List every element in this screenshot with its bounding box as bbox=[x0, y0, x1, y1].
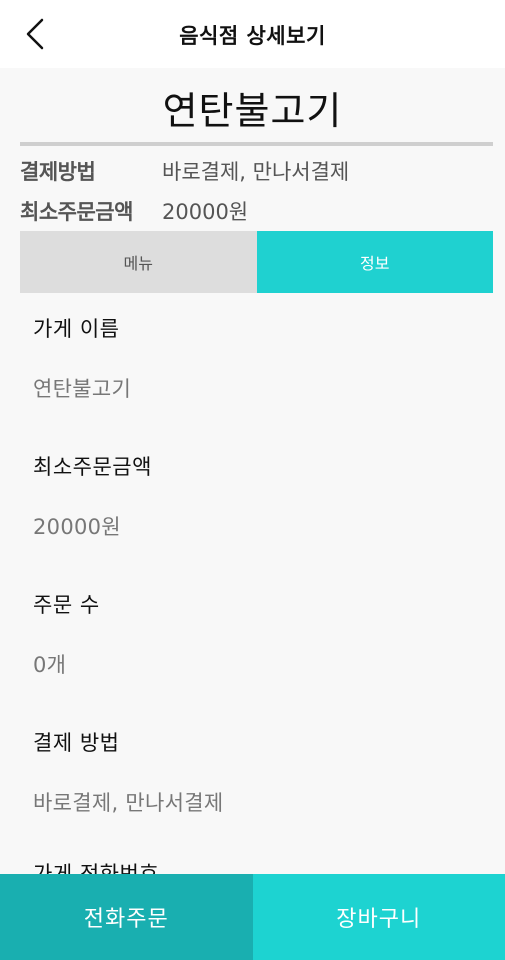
info-label: 최소주문금액 bbox=[33, 455, 152, 479]
summary-payment-value: 바로결제, 만나서결제 bbox=[162, 160, 350, 184]
info-label: 가게 이름 bbox=[33, 317, 120, 341]
info-value: 20000원 bbox=[33, 515, 121, 539]
store-name: 연탄불고기 bbox=[162, 89, 343, 133]
tab-menu[interactable]: 메뉴 bbox=[20, 231, 257, 293]
info-value: 0개 bbox=[33, 653, 67, 677]
tab-bar: 메뉴 정보 bbox=[20, 231, 493, 293]
info-store-name: 가게 이름 연탄불고기 bbox=[33, 313, 131, 403]
info-min-order: 최소주문금액 20000원 bbox=[33, 451, 152, 541]
info-value: 바로결제, 만나서결제 bbox=[33, 791, 224, 815]
info-label: 주문 수 bbox=[33, 593, 100, 617]
summary-min-order-value: 20000원 bbox=[162, 200, 249, 224]
cart-button[interactable]: 장바구니 bbox=[252, 874, 505, 960]
info-payment-method: 결제 방법 바로결제, 만나서결제 bbox=[33, 727, 224, 817]
divider bbox=[20, 142, 493, 146]
summary-payment-label: 결제방법 bbox=[20, 160, 96, 184]
phone-order-button[interactable]: 전화주문 bbox=[0, 874, 253, 960]
summary-payment-row: 결제방법 바로결제, 만나서결제 bbox=[20, 156, 349, 186]
app-bar: 음식점 상세보기 bbox=[0, 0, 505, 68]
page-title: 음식점 상세보기 bbox=[179, 24, 326, 48]
info-value: 연탄불고기 bbox=[33, 377, 132, 401]
info-label: 결제 방법 bbox=[33, 731, 120, 755]
summary-min-order-label: 최소주문금액 bbox=[20, 200, 133, 224]
bottom-action-bar: 전화주문 장바구니 bbox=[0, 874, 505, 960]
info-order-count: 주문 수 0개 bbox=[33, 589, 100, 679]
tab-info[interactable]: 정보 bbox=[256, 231, 493, 293]
summary-min-order-row: 최소주문금액 20000원 bbox=[20, 196, 248, 226]
